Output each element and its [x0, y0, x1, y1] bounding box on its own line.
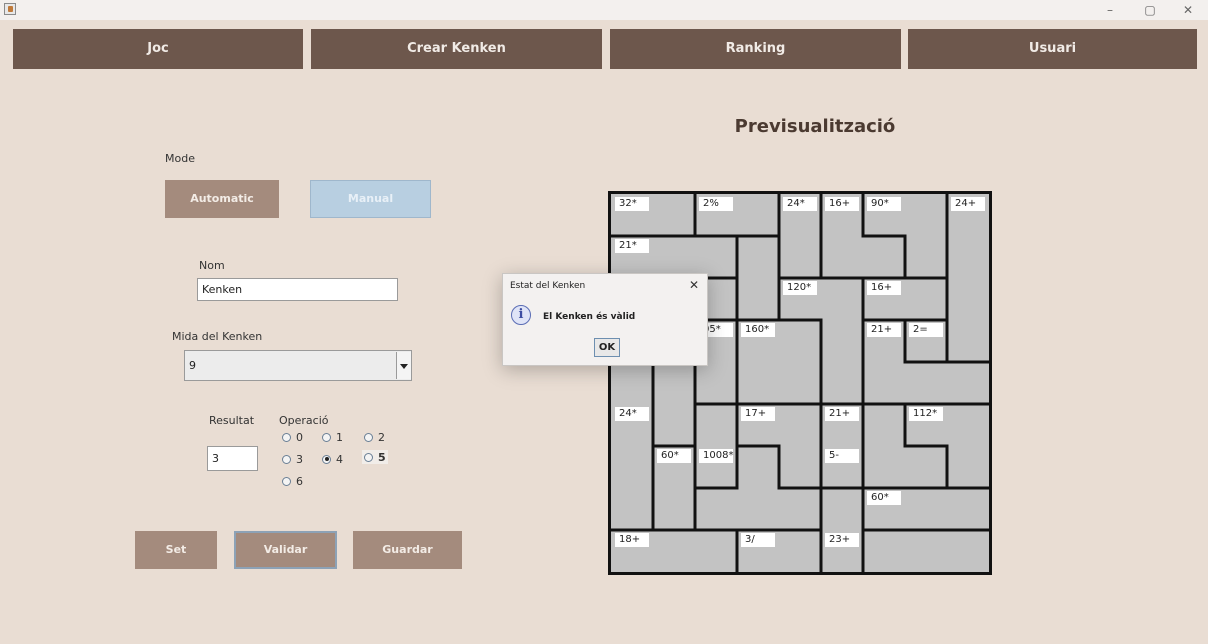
- operacio-label: Operació: [279, 414, 329, 427]
- guardar-button[interactable]: Guardar: [353, 531, 462, 569]
- dialog-ok-button[interactable]: OK: [594, 338, 620, 357]
- status-dialog: Estat del Kenken ✕ i El Kenken és vàlid …: [502, 273, 708, 366]
- radio-icon[interactable]: [282, 476, 291, 486]
- nom-label: Nom: [199, 259, 225, 272]
- kenken-grid: 32* 2% 24* 16+ 90* 24+ 21* 120* 16+ 05* 160* 21+ 2= 2…: [608, 191, 992, 575]
- cage-operation-label: 21+: [867, 323, 901, 337]
- dialog-message: El Kenken és vàlid: [543, 312, 636, 322]
- cage-operation-label: 120*: [783, 281, 817, 295]
- cage-operation-label: 60*: [657, 449, 691, 463]
- mode-label: Mode: [165, 152, 195, 165]
- nom-input[interactable]: Kenken: [197, 278, 398, 301]
- close-window-button[interactable]: ✕: [1173, 2, 1203, 18]
- cage-operation-label: 160*: [741, 323, 775, 337]
- cage-operation-label: 2%: [699, 197, 733, 211]
- cage-operation-label: 24*: [783, 197, 817, 211]
- nav-tab-joc[interactable]: Joc: [13, 29, 303, 69]
- cage-operation-label: 5-: [825, 449, 859, 463]
- cage-operation-label: 1008*: [699, 449, 733, 463]
- cage-operation-label: 18+: [615, 533, 649, 547]
- radio-label: 4: [336, 452, 343, 466]
- resultat-label: Resultat: [209, 414, 255, 427]
- nav-tab-crear-kenken[interactable]: Crear Kenken: [311, 29, 602, 69]
- dialog-title: Estat del Kenken: [510, 281, 586, 291]
- maximize-button[interactable]: ▢: [1135, 2, 1165, 18]
- cage-operation-label: 17+: [741, 407, 775, 421]
- radio-label: 0: [296, 430, 303, 444]
- cage-operation-label: 112*: [909, 407, 943, 421]
- cage-operation-label: 21*: [615, 239, 649, 253]
- mida-select[interactable]: 9: [184, 350, 412, 381]
- dialog-close-icon[interactable]: ✕: [689, 278, 699, 292]
- radio-label: 2: [378, 430, 385, 444]
- radio-icon[interactable]: [364, 452, 373, 462]
- cage-operation-label: 90*: [867, 197, 901, 211]
- cage-operation-label: 16+: [867, 281, 901, 295]
- cage-operation-label: 32*: [615, 197, 649, 211]
- minimize-button[interactable]: –: [1095, 2, 1125, 18]
- kenken-grid-lines: [611, 194, 989, 572]
- cage-operation-label: 24*: [615, 407, 649, 421]
- info-icon: i: [511, 305, 531, 325]
- preview-title: Previsualització: [734, 116, 896, 137]
- radio-label: 3: [296, 452, 303, 466]
- cage-operation-label: 3/: [741, 533, 775, 547]
- nav-tab-usuari[interactable]: Usuari: [908, 29, 1197, 69]
- cage-operation-label: 24+: [951, 197, 985, 211]
- radio-label: 1: [336, 430, 343, 444]
- cage-operation-label: 21+: [825, 407, 859, 421]
- operacio-radio-0[interactable]: 0: [282, 430, 303, 444]
- radio-label: 6: [296, 474, 303, 488]
- cage-operation-label: 2=: [909, 323, 943, 337]
- radio-icon[interactable]: [282, 454, 291, 464]
- cage-operation-label: 60*: [867, 491, 901, 505]
- mida-select-value: 9: [189, 359, 196, 372]
- operacio-radio-1[interactable]: 1: [322, 430, 343, 444]
- window-titlebar: [0, 0, 1208, 20]
- cage-operation-label: 16+: [825, 197, 859, 211]
- operacio-radio-6[interactable]: 6: [282, 474, 303, 488]
- set-button[interactable]: Set: [135, 531, 217, 569]
- radio-icon[interactable]: [282, 432, 291, 442]
- mode-automatic-button[interactable]: Automatic: [165, 180, 279, 218]
- radio-checked-icon[interactable]: [322, 454, 331, 464]
- resultat-input[interactable]: 3: [207, 446, 258, 471]
- mida-label: Mida del Kenken: [172, 330, 263, 343]
- validar-button[interactable]: Validar: [234, 531, 337, 569]
- operacio-radio-2[interactable]: 2: [364, 430, 385, 444]
- radio-icon[interactable]: [322, 432, 331, 442]
- operacio-radio-3[interactable]: 3: [282, 452, 303, 466]
- java-app-icon: [4, 3, 16, 15]
- operacio-radio-5[interactable]: 5: [362, 450, 388, 464]
- radio-label: 5: [378, 450, 386, 464]
- chevron-down-icon[interactable]: [396, 352, 411, 379]
- radio-icon[interactable]: [364, 432, 373, 442]
- mode-manual-button[interactable]: Manual: [310, 180, 431, 218]
- operacio-radio-4[interactable]: 4: [322, 452, 343, 466]
- cage-operation-label: 23+: [825, 533, 859, 547]
- nav-tab-ranking[interactable]: Ranking: [610, 29, 901, 69]
